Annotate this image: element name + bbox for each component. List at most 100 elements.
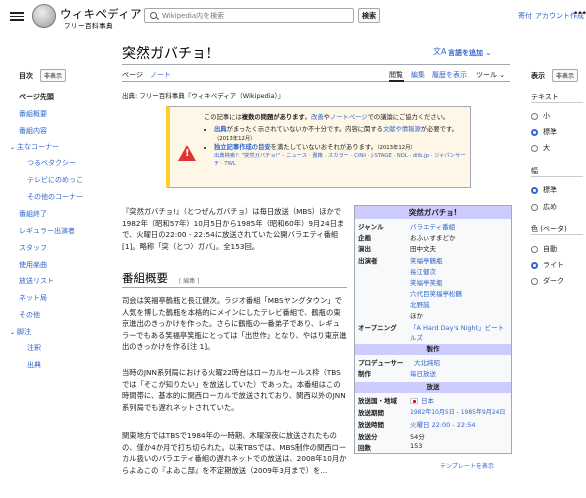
infobox-value[interactable]: 1982年10月5日 - 1985年9月24日 <box>410 407 510 417</box>
overview-paragraph: 関東地方ではTBSで1984年の一時期、木曜深夜に放送されたものの、僅か4か月で… <box>122 431 347 475</box>
display-hide-button[interactable]: 非表示 <box>552 69 579 82</box>
section-edit-link[interactable]: [ 編集 ] <box>179 276 200 285</box>
divider <box>122 81 510 82</box>
color-dark-radio[interactable]: ダーク <box>531 276 564 286</box>
width-wide-radio[interactable]: 広め <box>531 202 557 212</box>
infobox-value[interactable]: 大北純昭 <box>414 357 510 367</box>
divider <box>122 287 347 288</box>
references-link[interactable]: 文献や情報源 <box>383 126 421 133</box>
infobox-row: 北野誠 <box>358 299 510 309</box>
infobox-value[interactable]: 北野誠 <box>410 299 510 309</box>
warning-icon <box>178 145 196 161</box>
infobox: 突然ガバチョ! ジャンル バラエティ番組 企画 おふぃすまどか 演出 田中文夫 出演者… <box>354 205 512 454</box>
radio-dot[interactable] <box>531 261 538 269</box>
toc-subitem[interactable]: その他のコーナー <box>27 192 83 202</box>
add-language-label[interactable]: 言語を追加 <box>448 49 483 57</box>
toc-item[interactable]: ネット局 <box>19 293 47 303</box>
toc-item[interactable]: 番組終了 <box>19 209 47 219</box>
toc-item[interactable]: スタッフ <box>19 243 47 253</box>
infobox-key: 放送時間 <box>358 421 384 429</box>
notice-intro: この記事には複数の問題があります。改善やノートページでの議論にご協力ください。 <box>204 113 469 122</box>
tab-article[interactable]: ページ <box>122 70 143 80</box>
toc-item-label[interactable]: 主なコーナー <box>17 143 59 151</box>
radio-dot[interactable] <box>531 245 538 253</box>
toc-item[interactable]: 番組概要 <box>19 109 47 119</box>
overview-paragraph: 当時のJNN系列局における火曜22時台はローカルセールス枠（TBSでは「そこが知… <box>122 368 346 412</box>
infobox-value-text[interactable]: 日本 <box>421 397 434 405</box>
search-box[interactable] <box>144 8 354 23</box>
add-language-button[interactable]: 言語を追加 ⌄ <box>448 48 491 58</box>
toc-item-expandable[interactable]: ⌄ 脚注 <box>10 327 31 337</box>
toc-item-expandable[interactable]: ⌄ 主なコーナー <box>10 142 59 152</box>
search-button[interactable]: 検索 <box>358 8 380 23</box>
toc-item-label[interactable]: 脚注 <box>17 328 31 336</box>
infobox-key <box>358 266 410 276</box>
radio-dot[interactable] <box>531 277 538 285</box>
radio-label: ダーク <box>543 277 564 285</box>
toc-item[interactable]: 使用楽曲 <box>19 260 47 270</box>
radio-dot[interactable] <box>531 128 538 136</box>
infobox-value[interactable]: 日本 <box>410 395 510 405</box>
toc-item[interactable]: 番組内容 <box>19 126 47 136</box>
tab-edit[interactable]: 編集 <box>411 70 425 80</box>
color-light-radio[interactable]: ライト <box>531 260 564 270</box>
sources-link[interactable]: 出典 <box>214 126 227 133</box>
toc-subitem[interactable]: 出典 <box>27 360 41 370</box>
notice-text: この記事には <box>204 114 242 121</box>
toc-item[interactable]: 放送リスト <box>19 276 54 286</box>
infobox-key <box>358 299 410 309</box>
translate-icon[interactable]: 文A <box>433 46 446 57</box>
main-menu-button[interactable] <box>10 10 24 22</box>
chevron-down-icon[interactable]: ⌄ <box>10 144 15 151</box>
donate-link[interactable]: 寄付 <box>518 11 532 21</box>
infobox-value[interactable]: 笑福亭笑瓶 <box>410 277 510 287</box>
radio-label: 大 <box>543 144 550 152</box>
text-size-large-radio[interactable]: 大 <box>531 143 550 153</box>
tab-tools[interactable]: ツール ⌄ <box>476 70 505 80</box>
text-size-standard-radio[interactable]: 標準 <box>531 127 557 137</box>
wikipedia-globe-logo[interactable] <box>32 4 56 28</box>
infobox-key: 放送期間 <box>358 409 384 417</box>
toc-hide-button[interactable]: 非表示 <box>40 69 67 82</box>
tools-label[interactable]: ツール <box>476 71 497 79</box>
infobox-value[interactable]: 笑福亭鶴瓶 <box>410 255 510 265</box>
chevron-down-icon[interactable]: ⌄ <box>10 329 15 336</box>
width-standard-radio[interactable]: 標準 <box>531 185 557 195</box>
infobox-value[interactable]: 長江健次 <box>410 266 510 276</box>
infobox-value[interactable]: 火曜日 22:00 - 22:54 <box>410 419 510 429</box>
toc-subitem[interactable]: 注釈 <box>27 343 41 353</box>
tab-read[interactable]: 閲覧 <box>389 70 403 80</box>
tab-history[interactable]: 履歴を表示 <box>432 70 467 80</box>
source-search-links[interactable]: 出典検索?: "突然ガバチョ!" – ニュース · 書籍 · スカラー · Ci… <box>214 152 469 168</box>
notice-text: がまったく示されていないか不十分です。内容に関する <box>226 126 383 133</box>
color-auto-radio[interactable]: 自動 <box>531 244 557 254</box>
infobox-row: 放送期間 1982年10月5日 - 1985年9月24日 <box>358 407 510 417</box>
infobox-key: 企画 <box>358 234 371 242</box>
radio-dot[interactable] <box>531 144 538 152</box>
search-input[interactable] <box>162 11 342 20</box>
infobox-key: 回数 <box>358 444 371 452</box>
toc-subitem[interactable]: つるベタクシー <box>27 158 76 168</box>
radio-label: ライト <box>543 261 564 269</box>
more-options-icon[interactable]: ••• <box>573 9 586 19</box>
improve-link[interactable]: 改善 <box>311 114 324 121</box>
radio-dot[interactable] <box>531 112 538 120</box>
source-line: 出典: フリー百科事典『ウィキペディア（Wikipedia）』 <box>122 92 285 100</box>
display-title: 表示 <box>531 72 545 80</box>
infobox-value[interactable]: 毎日放送 <box>410 368 510 378</box>
radio-dot[interactable] <box>531 203 538 211</box>
show-template-link[interactable]: テンプレートを表示 <box>440 461 494 470</box>
radio-dot[interactable] <box>531 186 538 194</box>
tab-talk[interactable]: ノート <box>150 70 171 80</box>
toc-subitem[interactable]: テレビにのめっこ <box>27 175 83 185</box>
infobox-value[interactable]: 「A Hard Day's Night」ビートルズ <box>410 322 510 342</box>
infobox-value[interactable]: 六代目笑福亭松鶴 <box>410 288 510 298</box>
infobox-key: プロデューサー <box>358 359 404 367</box>
notability-link[interactable]: 独立記事作成の目安 <box>214 144 271 151</box>
text-size-small-radio[interactable]: 小 <box>531 111 550 121</box>
toc-item[interactable]: レギュラー出演者 <box>19 226 75 236</box>
toc-item[interactable]: その他 <box>19 310 40 320</box>
toc-item-top[interactable]: ページ先頭 <box>19 92 54 102</box>
talk-page-link[interactable]: ノートページ <box>330 114 368 121</box>
infobox-value[interactable]: バラエティ番組 <box>410 221 510 231</box>
